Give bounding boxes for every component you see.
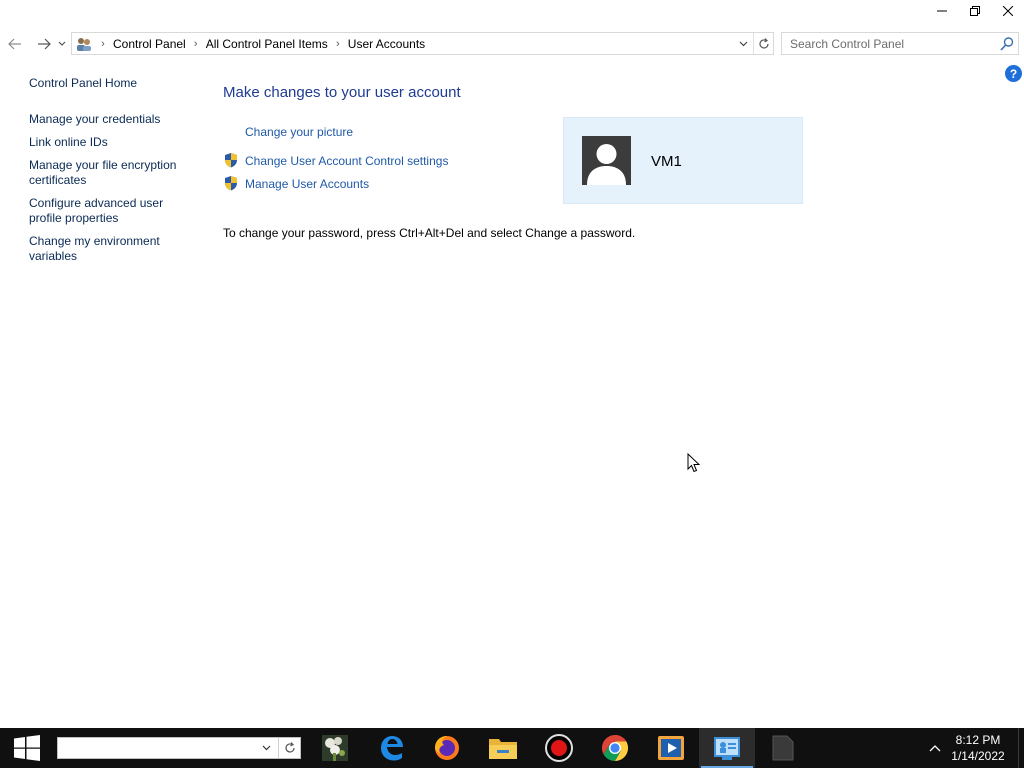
close-icon: [1002, 6, 1013, 16]
taskbar: 8:12 PM 1/14/2022: [0, 728, 1024, 768]
record-icon: [545, 734, 573, 762]
back-button[interactable]: [4, 32, 26, 56]
manage-user-accounts-link[interactable]: Manage User Accounts: [245, 177, 369, 191]
clock-time: 8:12 PM: [955, 733, 1001, 747]
user-account-tile: VM1: [563, 117, 803, 204]
breadcrumb-separator[interactable]: ›: [330, 38, 346, 50]
system-clock[interactable]: 8:12 PM 1/14/2022: [945, 732, 1011, 764]
back-arrow-icon: [8, 38, 21, 50]
chevron-down-icon: [58, 41, 66, 46]
taskbar-app-recorder[interactable]: [531, 728, 587, 768]
show-desktop-button[interactable]: [1018, 728, 1024, 768]
taskbar-app-blank[interactable]: [755, 728, 811, 768]
control-panel-home-link[interactable]: Control Panel Home: [29, 76, 199, 91]
chevron-down-icon: [262, 745, 270, 751]
minimize-icon: [936, 10, 947, 12]
refresh-icon: [758, 37, 769, 49]
refresh-icon: [284, 742, 295, 753]
environment-variables-link[interactable]: Change my environment variables: [29, 234, 199, 264]
help-icon: ?: [1009, 66, 1018, 81]
address-dropdown-button[interactable]: [733, 33, 753, 54]
search-input[interactable]: [782, 33, 992, 54]
user-avatar-icon: [582, 136, 631, 185]
blank-app-icon: [772, 735, 794, 761]
windows-logo-icon: [14, 735, 40, 761]
taskbar-app-control-panel[interactable]: [699, 728, 755, 768]
taskbar-search-input[interactable]: [58, 738, 254, 758]
taskbar-app-media-player[interactable]: [643, 728, 699, 768]
chevron-down-icon: [739, 41, 747, 46]
file-explorer-icon: [489, 739, 517, 759]
search-box[interactable]: [781, 32, 1019, 55]
manage-credentials-link[interactable]: Manage your credentials: [29, 112, 199, 127]
close-button[interactable]: [991, 0, 1024, 22]
mouse-cursor-icon: [687, 453, 701, 473]
navigation-bar: › Control Panel › All Control Panel Item…: [0, 32, 1024, 56]
uac-settings-link[interactable]: Change User Account Control settings: [245, 154, 448, 168]
advanced-profile-properties-link[interactable]: Configure advanced user profile properti…: [29, 196, 199, 226]
uac-shield-icon: [225, 153, 237, 168]
uac-shield-icon: [225, 176, 237, 191]
start-button[interactable]: [0, 728, 54, 768]
taskbar-search-dropdown[interactable]: [257, 738, 275, 758]
breadcrumb-separator[interactable]: ›: [95, 38, 111, 50]
window-controls: [925, 0, 1024, 22]
restore-button[interactable]: [958, 0, 991, 22]
avatar[interactable]: [582, 136, 631, 185]
forward-button[interactable]: [33, 32, 55, 56]
taskbar-app-edge[interactable]: [363, 728, 419, 768]
taskbar-app-chrome[interactable]: [587, 728, 643, 768]
taskbar-search-box[interactable]: [57, 737, 301, 759]
taskbar-app-firefox[interactable]: [419, 728, 475, 768]
page-title: Make changes to your user account: [223, 84, 461, 101]
control-panel-icon: [714, 737, 740, 760]
link-online-ids-link[interactable]: Link online IDs: [29, 135, 199, 150]
user-name: VM1: [651, 153, 682, 170]
breadcrumb-separator[interactable]: ›: [188, 38, 204, 50]
clock-date: 1/14/2022: [951, 749, 1005, 763]
edge-icon: [381, 736, 403, 761]
breadcrumb-all-items[interactable]: All Control Panel Items: [204, 37, 330, 51]
help-button[interactable]: ?: [1005, 65, 1022, 82]
photo-app-icon: [322, 735, 348, 761]
refresh-button[interactable]: [753, 33, 773, 54]
left-pane: Control Panel Home Manage your credentia…: [29, 76, 199, 272]
breadcrumb-user-accounts[interactable]: User Accounts: [346, 37, 427, 51]
media-player-icon: [658, 736, 684, 760]
search-icon[interactable]: [999, 36, 1015, 52]
chevron-up-icon: [929, 745, 941, 752]
change-picture-link[interactable]: Change your picture: [245, 125, 353, 139]
firefox-icon: [435, 736, 459, 760]
breadcrumb-control-panel[interactable]: Control Panel: [111, 37, 188, 51]
taskbar-app-file-explorer[interactable]: [475, 728, 531, 768]
taskbar-search-refresh[interactable]: [278, 738, 300, 758]
restore-icon: [969, 6, 980, 16]
address-bar[interactable]: › Control Panel › All Control Panel Item…: [71, 32, 774, 55]
user-accounts-icon: [73, 33, 95, 55]
chrome-icon: [601, 734, 629, 762]
recent-locations-button[interactable]: [56, 32, 68, 56]
forward-arrow-icon: [38, 38, 51, 50]
password-note: To change your password, press Ctrl+Alt+…: [223, 226, 636, 240]
file-encryption-certificates-link[interactable]: Manage your file encryption certificates: [29, 158, 199, 188]
minimize-button[interactable]: [925, 0, 958, 22]
taskbar-app-photo[interactable]: [307, 728, 363, 768]
